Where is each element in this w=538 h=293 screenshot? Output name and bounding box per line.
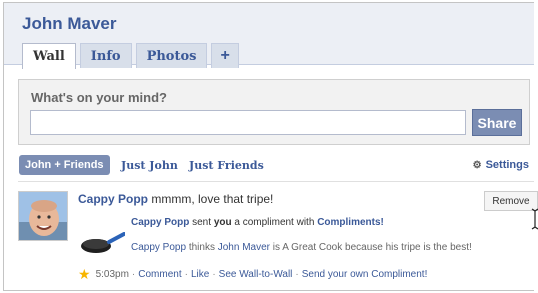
compliments-app-link[interactable]: Compliments! xyxy=(317,217,384,228)
send-compliment-link[interactable]: Send your own Compliment! xyxy=(302,269,428,280)
compliment-detail: Cappy Popp thinks John Maver is A Great … xyxy=(131,242,472,253)
story-meta: ★ 5:03pm · Comment · Like · See Wall-to-… xyxy=(78,266,427,283)
tab-info[interactable]: Info xyxy=(79,43,132,68)
comment-link[interactable]: Comment xyxy=(138,269,181,280)
separator: · xyxy=(212,269,216,280)
profile-header: John Maver Wall Info Photos + xyxy=(4,3,534,69)
tab-wall[interactable]: Wall xyxy=(22,43,76,69)
separator: · xyxy=(131,269,136,280)
detail-text-1: thinks xyxy=(186,242,218,253)
star-icon: ★ xyxy=(78,266,91,282)
tab-photos[interactable]: Photos xyxy=(135,43,208,68)
filter-just-friends[interactable]: Just Friends xyxy=(189,155,264,175)
wall-story: Cappy Popp mmmm, love that tripe! Remove… xyxy=(18,189,538,285)
profile-name[interactable]: John Maver xyxy=(22,14,116,34)
wall-filters: John + Friends Just John Just Friends ⚙ … xyxy=(19,155,533,175)
compliment-you: you xyxy=(213,217,232,228)
frying-pan-icon xyxy=(81,232,125,253)
status-composer: What's on your mind? Share xyxy=(18,79,530,145)
avatar[interactable] xyxy=(18,191,68,241)
poster-name[interactable]: Cappy Popp xyxy=(78,192,148,206)
wall-to-wall-link[interactable]: See Wall-to-Wall xyxy=(219,269,293,280)
divider xyxy=(18,181,534,182)
composer-prompt: What's on your mind? xyxy=(31,90,167,105)
gear-icon: ⚙ xyxy=(472,159,482,171)
separator: · xyxy=(295,269,299,280)
compliment-text-2: a compliment with xyxy=(231,217,318,228)
settings-label: Settings xyxy=(485,159,529,171)
story-headline: Cappy Popp mmmm, love that tripe! xyxy=(78,192,273,206)
detail-sender[interactable]: Cappy Popp xyxy=(131,242,186,253)
compliment-text-1: sent xyxy=(189,217,214,228)
settings-link[interactable]: ⚙ Settings xyxy=(473,155,529,175)
detail-text-2: is A Great Cook because his tripe is the… xyxy=(269,242,472,253)
compliment-sender[interactable]: Cappy Popp xyxy=(131,217,189,228)
status-input[interactable] xyxy=(30,110,466,135)
story-message: mmmm, love that tripe! xyxy=(151,192,274,206)
separator: · xyxy=(184,269,188,280)
profile-tabs: Wall Info Photos + xyxy=(22,43,239,69)
share-button[interactable]: Share xyxy=(472,109,522,136)
text-cursor-icon xyxy=(531,208,538,230)
detail-target[interactable]: John Maver xyxy=(218,242,270,253)
filter-just-john[interactable]: Just John xyxy=(121,155,178,175)
add-tab-button[interactable]: + xyxy=(211,43,239,68)
remove-button[interactable]: Remove xyxy=(484,191,538,211)
compliment-line: Cappy Popp sent you a compliment with Co… xyxy=(131,217,384,228)
like-link[interactable]: Like xyxy=(191,269,209,280)
filter-john-friends[interactable]: John + Friends xyxy=(19,155,110,175)
story-time: 5:03pm xyxy=(95,269,129,280)
